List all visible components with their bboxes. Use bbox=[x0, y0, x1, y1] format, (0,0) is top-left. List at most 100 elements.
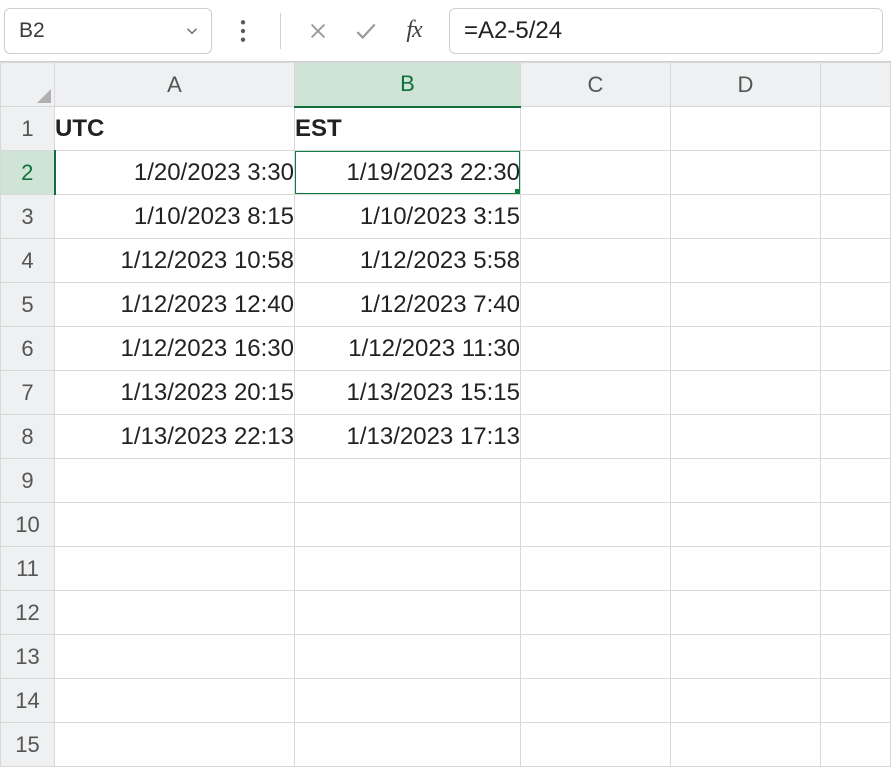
col-header-D[interactable]: D bbox=[671, 63, 821, 107]
cell-extra-6[interactable] bbox=[821, 327, 891, 371]
cell-B10[interactable] bbox=[295, 503, 521, 547]
row-header-1[interactable]: 1 bbox=[1, 107, 55, 151]
cell-B8[interactable]: 1/13/2023 17:13 bbox=[295, 415, 521, 459]
row-header-10[interactable]: 10 bbox=[1, 503, 55, 547]
cell-C2[interactable] bbox=[521, 151, 671, 195]
row-header-15[interactable]: 15 bbox=[1, 723, 55, 767]
cell-B12[interactable] bbox=[295, 591, 521, 635]
cell-extra-7[interactable] bbox=[821, 371, 891, 415]
cell-extra-9[interactable] bbox=[821, 459, 891, 503]
cell-B7[interactable]: 1/13/2023 15:15 bbox=[295, 371, 521, 415]
cell-extra-5[interactable] bbox=[821, 283, 891, 327]
name-box[interactable]: B2 bbox=[4, 8, 212, 54]
formula-bar-input[interactable]: =A2-5/24 bbox=[449, 8, 883, 54]
cell-A15[interactable] bbox=[55, 723, 295, 767]
cell-extra-10[interactable] bbox=[821, 503, 891, 547]
cell-B13[interactable] bbox=[295, 635, 521, 679]
cell-B15[interactable] bbox=[295, 723, 521, 767]
cell-extra-13[interactable] bbox=[821, 635, 891, 679]
cancel-icon[interactable] bbox=[303, 16, 333, 46]
cell-D15[interactable] bbox=[671, 723, 821, 767]
cell-extra-14[interactable] bbox=[821, 679, 891, 723]
cell-B3[interactable]: 1/10/2023 3:15 bbox=[295, 195, 521, 239]
row-header-13[interactable]: 13 bbox=[1, 635, 55, 679]
cell-A8[interactable]: 1/13/2023 22:13 bbox=[55, 415, 295, 459]
cell-D14[interactable] bbox=[671, 679, 821, 723]
cell-extra-4[interactable] bbox=[821, 239, 891, 283]
cell-A9[interactable] bbox=[55, 459, 295, 503]
cell-A4[interactable]: 1/12/2023 10:58 bbox=[55, 239, 295, 283]
cell-D13[interactable] bbox=[671, 635, 821, 679]
cell-D9[interactable] bbox=[671, 459, 821, 503]
cell-A12[interactable] bbox=[55, 591, 295, 635]
cell-D1[interactable] bbox=[671, 107, 821, 151]
cell-A6[interactable]: 1/12/2023 16:30 bbox=[55, 327, 295, 371]
cell-D6[interactable] bbox=[671, 327, 821, 371]
cell-B4[interactable]: 1/12/2023 5:58 bbox=[295, 239, 521, 283]
cell-D8[interactable] bbox=[671, 415, 821, 459]
cell-D12[interactable] bbox=[671, 591, 821, 635]
cell-B6[interactable]: 1/12/2023 11:30 bbox=[295, 327, 521, 371]
cell-C15[interactable] bbox=[521, 723, 671, 767]
cell-C5[interactable] bbox=[521, 283, 671, 327]
cell-D11[interactable] bbox=[671, 547, 821, 591]
cell-B11[interactable] bbox=[295, 547, 521, 591]
cell-D5[interactable] bbox=[671, 283, 821, 327]
cell-B1[interactable]: EST bbox=[295, 107, 521, 151]
cell-extra-15[interactable] bbox=[821, 723, 891, 767]
col-header-C[interactable]: C bbox=[521, 63, 671, 107]
cell-C9[interactable] bbox=[521, 459, 671, 503]
row-header-3[interactable]: 3 bbox=[1, 195, 55, 239]
row-header-5[interactable]: 5 bbox=[1, 283, 55, 327]
select-all-corner[interactable] bbox=[1, 63, 55, 107]
cell-C10[interactable] bbox=[521, 503, 671, 547]
cell-A5[interactable]: 1/12/2023 12:40 bbox=[55, 283, 295, 327]
cell-A11[interactable] bbox=[55, 547, 295, 591]
cell-A3[interactable]: 1/10/2023 8:15 bbox=[55, 195, 295, 239]
row-header-8[interactable]: 8 bbox=[1, 415, 55, 459]
cell-C14[interactable] bbox=[521, 679, 671, 723]
cell-D3[interactable] bbox=[671, 195, 821, 239]
cell-D4[interactable] bbox=[671, 239, 821, 283]
cell-C3[interactable] bbox=[521, 195, 671, 239]
cell-A1[interactable]: UTC bbox=[55, 107, 295, 151]
kebab-menu-icon[interactable] bbox=[228, 16, 258, 46]
cell-C13[interactable] bbox=[521, 635, 671, 679]
cell-A7[interactable]: 1/13/2023 20:15 bbox=[55, 371, 295, 415]
cell-B14[interactable] bbox=[295, 679, 521, 723]
cell-C4[interactable] bbox=[521, 239, 671, 283]
row-header-4[interactable]: 4 bbox=[1, 239, 55, 283]
cell-A2[interactable]: 1/20/2023 3:30 bbox=[55, 151, 295, 195]
cell-C11[interactable] bbox=[521, 547, 671, 591]
row-header-9[interactable]: 9 bbox=[1, 459, 55, 503]
col-header-A[interactable]: A bbox=[55, 63, 295, 107]
spreadsheet-grid[interactable]: A B C D 1UTCEST 21/20/2023 3:301/19/2023 … bbox=[0, 62, 891, 771]
cell-D10[interactable] bbox=[671, 503, 821, 547]
cell-extra-8[interactable] bbox=[821, 415, 891, 459]
cell-extra-2[interactable] bbox=[821, 151, 891, 195]
cell-B9[interactable] bbox=[295, 459, 521, 503]
row-header-2[interactable]: 2 bbox=[1, 151, 55, 195]
cell-extra-12[interactable] bbox=[821, 591, 891, 635]
row-header-14[interactable]: 14 bbox=[1, 679, 55, 723]
cell-C6[interactable] bbox=[521, 327, 671, 371]
enter-icon[interactable] bbox=[351, 16, 381, 46]
cell-C12[interactable] bbox=[521, 591, 671, 635]
cell-C8[interactable] bbox=[521, 415, 671, 459]
row-header-6[interactable]: 6 bbox=[1, 327, 55, 371]
cell-B2[interactable]: 1/19/2023 22:30 bbox=[295, 151, 521, 195]
chevron-down-icon[interactable] bbox=[183, 22, 201, 40]
cell-D7[interactable] bbox=[671, 371, 821, 415]
cell-A10[interactable] bbox=[55, 503, 295, 547]
row-header-7[interactable]: 7 bbox=[1, 371, 55, 415]
cell-C1[interactable] bbox=[521, 107, 671, 151]
cell-extra-1[interactable] bbox=[821, 107, 891, 151]
cell-extra-3[interactable] bbox=[821, 195, 891, 239]
cell-C7[interactable] bbox=[521, 371, 671, 415]
row-header-11[interactable]: 11 bbox=[1, 547, 55, 591]
cell-D2[interactable] bbox=[671, 151, 821, 195]
fx-icon[interactable]: fx bbox=[399, 16, 429, 46]
col-header-B[interactable]: B bbox=[295, 63, 521, 107]
cell-extra-11[interactable] bbox=[821, 547, 891, 591]
cell-A14[interactable] bbox=[55, 679, 295, 723]
